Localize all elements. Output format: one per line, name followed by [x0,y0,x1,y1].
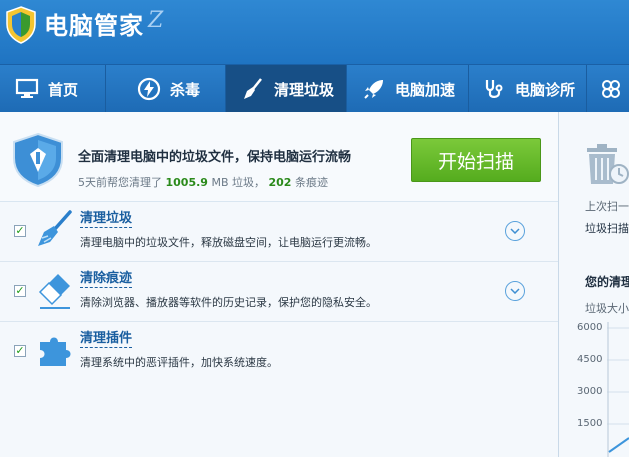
history-title: 您的清理 [585,275,629,289]
chevron-down-icon[interactable] [505,281,525,301]
item-title[interactable]: 清理垃圾 [80,211,133,228]
item-title[interactable]: 清理插件 [80,331,133,348]
broom-icon [38,210,72,246]
history-panel: 上次扫一 垃圾扫描 您的清理 垃圾大小 6000 4500 3000 1500 [559,112,629,457]
trace-count: 202 [268,176,292,189]
clean-panel: 全面清理电脑中的垃圾文件，保持电脑运行流畅 5天前帮您清理了 1005.9 MB… [0,112,558,457]
series-line [608,437,629,453]
last-scan-label: 上次扫一 [585,200,629,213]
tab-home[interactable]: 首页 [0,65,106,113]
item-description: 清理电脑中的垃圾文件，释放磁盘空间，让电脑运行更流畅。 [80,236,377,249]
tick-label: 1500 [577,418,603,429]
tab-label: 电脑加速 [395,80,456,99]
lightning-shield-icon [136,76,162,102]
tick-label: 4500 [577,354,603,365]
headline: 全面清理电脑中的垃圾文件，保持电脑运行流畅 [78,150,352,165]
item-title[interactable]: 清除痕迹 [80,271,133,288]
trace-suffix: 条痕迹 [294,176,328,189]
app-title: 电脑管家 [44,12,144,40]
tab-clinic[interactable]: 电脑诊所 [469,65,587,113]
tab-label: 清理垃圾 [274,80,335,99]
item-description: 清除浏览器、播放器等软件的历史记录，保护您的隐私安全。 [80,296,377,309]
tab-label: 电脑诊所 [515,80,576,99]
eraser-icon [38,274,70,309]
puzzle-icon [40,337,71,366]
item-description: 清理系统中的恶评插件，加快系统速度。 [80,356,278,369]
app-title-mark: Z [148,8,164,33]
start-scan-button[interactable]: 开始扫描 [411,138,541,182]
list-item-clean-plugins: ✓ 清理插件 清理系统中的恶评插件，加快系统速度。 [0,322,558,382]
main-nav: 首页 杀毒 清理垃圾 电脑加速 电脑诊所 [0,64,629,113]
scan-type-label: 垃圾扫描 [585,222,629,235]
stethoscope-icon [481,76,507,102]
cleaned-size-unit: MB 垃圾， [211,176,265,189]
last-clean-summary: 5天前帮您清理了 1005.9 MB 垃圾， 202 条痕迹 [78,174,328,190]
tick-label: 3000 [577,386,603,397]
tab-speedup[interactable]: 电脑加速 [347,65,469,113]
cleaned-size: 1005.9 [165,176,208,189]
chart-plot-area [607,322,629,457]
trash-clock-icon [587,144,629,184]
shield-icon [13,132,63,188]
tab-clean-junk[interactable]: 清理垃圾 [226,65,347,113]
list-item-clean-junk: ✓ 清理垃圾 清理电脑中的垃圾文件，释放磁盘空间，让电脑运行更流畅。 [0,202,558,262]
tab-toolbox[interactable] [587,65,629,113]
tab-antivirus[interactable]: 杀毒 [106,65,226,113]
title-bar: 电脑管家 Z [0,0,629,64]
tab-label: 首页 [48,80,79,99]
tab-label: 杀毒 [170,80,201,99]
toolbox-icon [599,76,623,102]
chevron-down-icon[interactable] [505,221,525,241]
rocket-icon [361,76,387,102]
history-chart: 6000 4500 3000 1500 [559,322,629,457]
clean-header: 全面清理电脑中的垃圾文件，保持电脑运行流畅 5天前帮您清理了 1005.9 MB… [0,112,558,202]
tick-label: 6000 [577,322,603,333]
logo-icon [6,6,36,44]
list-item-clear-traces: ✓ 清除痕迹 清除浏览器、播放器等软件的历史记录，保护您的隐私安全。 [0,262,558,322]
checkbox[interactable]: ✓ [14,345,26,357]
checkbox[interactable]: ✓ [14,225,26,237]
axis-label: 垃圾大小 [585,302,629,315]
broom-icon [240,76,266,102]
checkbox[interactable]: ✓ [14,285,26,297]
summary-prefix: 5天前帮您清理了 [78,176,162,189]
monitor-icon [14,76,40,102]
